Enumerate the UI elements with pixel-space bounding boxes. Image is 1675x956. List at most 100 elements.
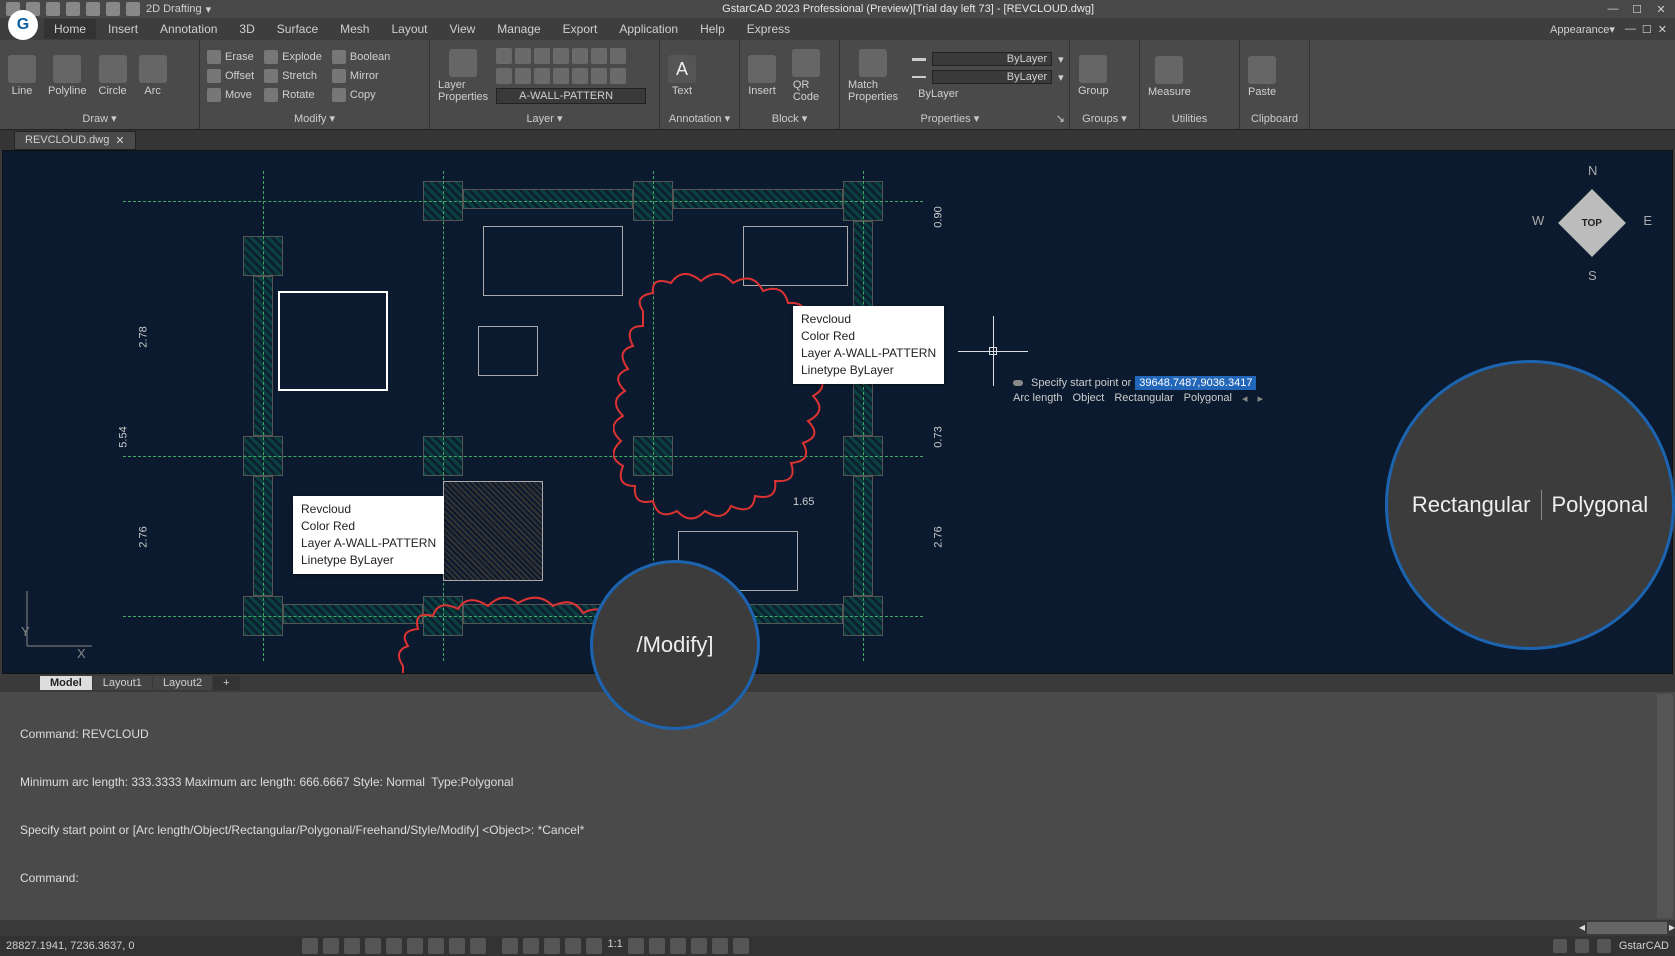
lineweight-selector[interactable]: ByLayer▾	[906, 70, 1064, 84]
tab-surface[interactable]: Surface	[267, 19, 328, 39]
viewcube-n[interactable]: N	[1588, 163, 1597, 178]
layer-tool-icon[interactable]	[496, 68, 512, 84]
inner-minimize-button[interactable]: —	[1625, 23, 1636, 36]
panel-groups-title[interactable]: Groups ▾	[1074, 110, 1135, 127]
workspace-selector[interactable]: 2D Drafting ▾	[146, 3, 211, 16]
panel-layer-title[interactable]: Layer ▾	[434, 110, 655, 127]
otrack-toggle-icon[interactable]	[407, 938, 423, 954]
appearance-menu[interactable]: Appearance▾	[1550, 23, 1615, 36]
annotation-tool-icon[interactable]	[649, 938, 665, 954]
current-layer-selector[interactable]: A-WALL-PATTERN	[496, 88, 646, 104]
dialog-launcher-icon[interactable]: ↘	[1056, 112, 1065, 125]
redo-icon[interactable]	[126, 2, 140, 16]
arc-button[interactable]: Arc	[135, 53, 171, 99]
undo-icon[interactable]	[106, 2, 120, 16]
close-button[interactable]: ✕	[1653, 3, 1669, 16]
boolean-button[interactable]: Boolean	[329, 49, 393, 65]
panel-block-title[interactable]: Block ▾	[744, 110, 835, 127]
linetype-selector[interactable]: ByLayer	[906, 88, 1064, 100]
inner-close-button[interactable]: ✕	[1658, 23, 1667, 36]
viewcube-top[interactable]: TOP	[1558, 189, 1626, 257]
layout-toggle-icon[interactable]	[523, 938, 539, 954]
scroll-right-icon[interactable]: ▸	[1669, 920, 1675, 936]
workspace-tool-icon[interactable]	[670, 938, 686, 954]
insert-button[interactable]: Insert	[744, 53, 780, 99]
dynamic-input-value[interactable]: 39648.7487,9036.3417	[1135, 376, 1256, 390]
app-logo[interactable]: G	[8, 10, 38, 40]
isolate-tool-icon[interactable]	[712, 938, 728, 954]
tab-home[interactable]: Home	[44, 19, 96, 39]
zoom-toggle-icon[interactable]	[544, 938, 560, 954]
viewcube-s[interactable]: S	[1588, 268, 1597, 283]
circle-button[interactable]: Circle	[95, 53, 131, 99]
model-toggle-icon[interactable]	[502, 938, 518, 954]
tab-model[interactable]: Model	[40, 676, 92, 690]
saveas-icon[interactable]	[66, 2, 80, 16]
tab-layout[interactable]: Layout	[381, 19, 437, 39]
lineweight-toggle-icon[interactable]	[449, 938, 465, 954]
tab-express[interactable]: Express	[737, 19, 800, 39]
status-tool-icon[interactable]	[1597, 939, 1611, 953]
layer-tool-icon[interactable]	[534, 68, 550, 84]
cmd-hscrollbar[interactable]: ◂▸	[0, 920, 1675, 936]
layer-tool-icon[interactable]	[572, 48, 588, 64]
viewcube[interactable]: N S W E TOP	[1532, 163, 1652, 283]
layer-tool-icon[interactable]	[591, 68, 607, 84]
layer-tool-icon[interactable]	[553, 48, 569, 64]
layer-tool-icon[interactable]	[610, 48, 626, 64]
ortho-toggle-icon[interactable]	[344, 938, 360, 954]
inner-restore-button[interactable]: ☐	[1642, 23, 1652, 36]
layer-tool-icon[interactable]	[496, 48, 512, 64]
polar-toggle-icon[interactable]	[365, 938, 381, 954]
pan-toggle-icon[interactable]	[565, 938, 581, 954]
opts-prev-icon[interactable]: ◂	[1242, 392, 1248, 405]
panel-draw-title[interactable]: Draw ▾	[4, 110, 195, 127]
doc-tab-active[interactable]: REVCLOUD.dwg ✕	[14, 131, 136, 150]
close-tab-icon[interactable]: ✕	[115, 134, 124, 147]
tab-view[interactable]: View	[440, 19, 486, 39]
text-button[interactable]: AText	[664, 53, 700, 99]
group-button[interactable]: Group	[1074, 53, 1113, 99]
status-tool-icon[interactable]	[1575, 939, 1589, 953]
offset-button[interactable]: Offset	[204, 68, 257, 84]
erase-button[interactable]: Erase	[204, 49, 257, 65]
panel-modify-title[interactable]: Modify ▾	[204, 110, 425, 127]
panel-properties-title[interactable]: Properties ▾ ↘	[844, 110, 1065, 127]
explode-button[interactable]: Explode	[261, 49, 325, 65]
match-properties-button[interactable]: Match Properties	[844, 47, 902, 105]
layer-tool-icon[interactable]	[534, 48, 550, 64]
polyline-button[interactable]: Polyline	[44, 53, 91, 99]
mirror-button[interactable]: Mirror	[329, 68, 393, 84]
viewcube-e[interactable]: E	[1643, 213, 1652, 228]
transparency-toggle-icon[interactable]	[470, 938, 486, 954]
layer-properties-button[interactable]: Layer Properties	[434, 47, 492, 105]
tab-layout1[interactable]: Layout1	[93, 676, 152, 690]
cmd-vscrollbar[interactable]	[1657, 694, 1673, 918]
tab-export[interactable]: Export	[553, 19, 608, 39]
annotation-tool-icon[interactable]	[628, 938, 644, 954]
line-button[interactable]: Line	[4, 53, 40, 99]
tab-annotation[interactable]: Annotation	[150, 19, 227, 39]
tab-help[interactable]: Help	[690, 19, 735, 39]
grid-toggle-icon[interactable]	[302, 938, 318, 954]
measure-button[interactable]: Measure	[1144, 54, 1195, 100]
move-button[interactable]: Move	[204, 87, 257, 103]
hardware-accel-icon[interactable]	[691, 938, 707, 954]
snap-toggle-icon[interactable]	[323, 938, 339, 954]
add-layout-button[interactable]: +	[213, 676, 239, 690]
layer-tool-icon[interactable]	[515, 68, 531, 84]
layer-tool-icon[interactable]	[591, 48, 607, 64]
panel-annotation-title[interactable]: Annotation ▾	[664, 110, 735, 127]
opt-object[interactable]: Object	[1073, 392, 1105, 405]
save-icon[interactable]	[46, 2, 60, 16]
paste-button[interactable]: Paste	[1244, 54, 1280, 100]
opt-rectangular[interactable]: Rectangular	[1114, 392, 1173, 405]
opt-polygonal[interactable]: Polygonal	[1184, 392, 1232, 405]
print-icon[interactable]	[86, 2, 100, 16]
tab-3d[interactable]: 3D	[229, 19, 264, 39]
minimize-button[interactable]: —	[1605, 3, 1621, 16]
layer-tool-icon[interactable]	[572, 68, 588, 84]
scroll-left-icon[interactable]: ◂	[1579, 920, 1585, 936]
maximize-button[interactable]: ☐	[1629, 3, 1645, 16]
layer-tool-icon[interactable]	[610, 68, 626, 84]
